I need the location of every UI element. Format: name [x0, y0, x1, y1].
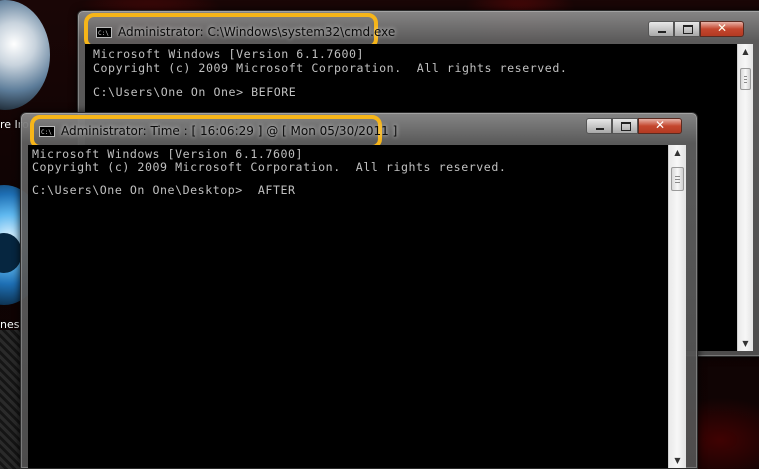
close-icon: ✕	[716, 21, 728, 35]
console-line: Microsoft Windows [Version 6.1.7600]	[93, 47, 365, 61]
desktop-decoration	[0, 330, 22, 469]
scroll-thumb[interactable]	[740, 68, 751, 90]
grip-line	[744, 79, 747, 80]
maximize-icon	[621, 122, 631, 131]
window-controls: ✕	[648, 21, 744, 37]
console-line: C:\Users\One On One> BEFORE	[93, 85, 297, 99]
window-title: Administrator: Time : [ 16:06:29 ] @ [ M…	[61, 124, 398, 138]
minimize-button[interactable]	[586, 118, 612, 134]
close-button[interactable]: ✕	[700, 21, 744, 37]
scroll-up-arrow-icon[interactable]: ▲	[738, 44, 753, 59]
window-title: Administrator: C:\Windows\system32\cmd.e…	[118, 25, 396, 39]
maximize-button[interactable]	[674, 21, 700, 37]
minimize-button[interactable]	[648, 21, 674, 37]
console-prompt-line: C:\Users\One On One\Desktop> AFTER	[32, 183, 296, 197]
grip-line	[744, 82, 747, 83]
scroll-up-arrow-icon[interactable]: ▲	[669, 145, 686, 160]
console-output[interactable]: Microsoft Windows [Version 6.1.7600] Cop…	[28, 145, 668, 468]
console-line: Copyright (c) 2009 Microsoft Corporation…	[93, 61, 568, 75]
minimize-icon	[596, 128, 604, 130]
grip-line	[675, 182, 680, 183]
minimize-icon	[658, 31, 666, 33]
scroll-down-arrow-icon[interactable]: ▼	[738, 336, 753, 351]
close-icon: ✕	[654, 118, 666, 132]
desktop-app-icon[interactable]	[0, 0, 50, 110]
console-line: Copyright (c) 2009 Microsoft Corporation…	[32, 160, 507, 174]
cmd-icon[interactable]: C:\	[96, 27, 112, 38]
scroll-down-arrow-icon[interactable]: ▼	[669, 453, 686, 468]
grip-line	[744, 76, 747, 77]
window-controls: ✕	[586, 118, 682, 134]
vertical-scrollbar[interactable]: ▲ ▼	[737, 44, 753, 351]
scroll-thumb[interactable]	[671, 167, 684, 191]
grip-line	[675, 176, 680, 177]
maximize-icon	[683, 25, 693, 34]
maximize-button[interactable]	[612, 118, 638, 134]
console-line: Microsoft Windows [Version 6.1.7600]	[32, 147, 304, 161]
cmd-icon[interactable]: C:\	[39, 126, 55, 137]
vertical-scrollbar[interactable]: ▲ ▼	[668, 145, 686, 468]
grip-line	[675, 179, 680, 180]
close-button[interactable]: ✕	[638, 118, 682, 134]
cmd-window-front[interactable]: C:\ Administrator: Time : [ 16:06:29 ] @…	[20, 112, 698, 469]
